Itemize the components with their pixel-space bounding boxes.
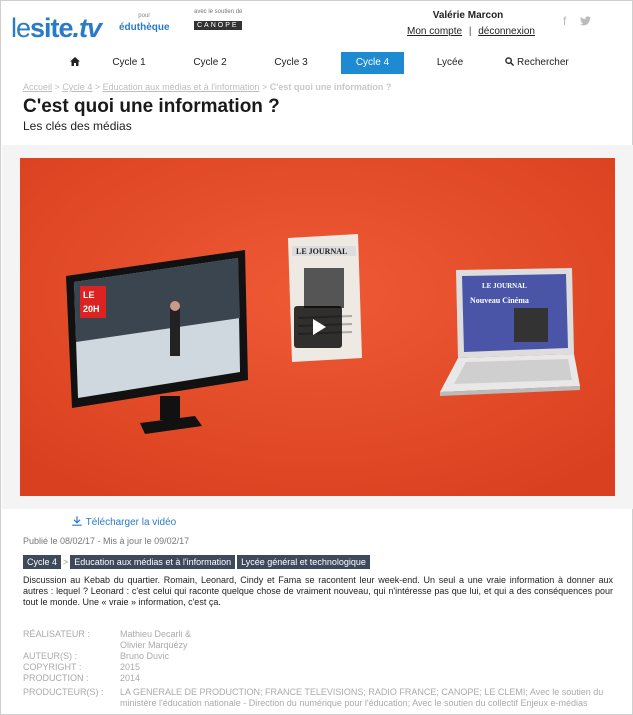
copyright-value: 2015 [120,662,141,672]
realisateur-key: RÉALISATEUR : [23,629,90,639]
video-player[interactable]: LE 20H LE JOURNAL LE JOURNAL Nouveau Cin… [20,158,615,496]
producteurs-key: PRODUCTEUR(S) : [23,687,104,697]
tag-level[interactable]: Lycée général et technologique [237,555,370,569]
copyright-key: COPYRIGHT : [23,662,82,672]
home-icon [70,57,80,66]
lesite-tv-logo[interactable]: lesite.tv [11,13,102,44]
tv-le-label: LE [83,290,95,300]
account-links: Mon compte | déconnexion [376,26,566,37]
download-icon [72,516,82,526]
twitter-icon[interactable] [576,14,591,28]
breadcrumb-cycle[interactable]: Cycle 4 [62,82,92,92]
production-key: PRODUCTION : [23,673,89,683]
logout-link[interactable]: déconnexion [478,26,535,37]
search-icon [505,57,515,67]
download-label: Télécharger la vidéo [85,517,177,528]
edutheque-logo[interactable]: pour éduthèque [119,11,170,33]
nav-cycle-4[interactable]: Cycle 4 [341,52,404,74]
play-button[interactable] [294,306,342,348]
download-video-link[interactable]: Télécharger la vidéo [71,515,176,528]
video-description: Discussion au Kebab du quartier. Romain,… [23,575,613,607]
laptop-title: LE JOURNAL [482,282,527,290]
breadcrumb-home[interactable]: Accueil [23,82,52,92]
site-header: lesite.tv pour éduthèque avec le soutien… [1,1,632,49]
search-label: Rechercher [517,57,569,68]
nav-cycle-1[interactable]: Cycle 1 [101,52,157,74]
realisateur-value-1: Mathieu Decarli & [120,629,192,639]
account-separator: | [468,26,472,37]
publish-dates: Publié le 08/02/17 - Mis à jour le 09/02… [23,536,190,546]
laptop-subtitle: Nouveau Cinéma [470,296,529,305]
breadcrumb-sep: > [94,82,101,92]
user-name: Valérie Marcon [432,10,504,21]
nav-search[interactable]: Rechercher [499,52,575,74]
breadcrumb-sep: > [54,82,60,92]
page-subtitle: Les clés des médias [23,119,132,133]
tags-bar: Cycle 4 > Education aux médias et à l'info… [23,552,372,569]
nav-home[interactable] [63,52,87,74]
nav-lycee[interactable]: Lycée [425,52,475,74]
breadcrumb: Accueil > Cycle 4 > Education aux médias… [23,82,391,92]
breadcrumb-topic[interactable]: Education aux médias et à l'information [103,82,260,92]
canope-logo: CANOPE [194,21,242,30]
auteurs-value: Bruno Duvic [120,651,170,661]
facebook-icon[interactable]: f [563,14,566,28]
main-nav: Cycle 1 Cycle 2 Cycle 3 Cycle 4 Lycée Re… [1,49,632,77]
breadcrumb-current: C'est quoi une information ? [269,82,392,92]
production-value: 2014 [120,673,141,683]
breadcrumb-sep: > [261,82,268,92]
nav-cycle-3[interactable]: Cycle 3 [263,52,319,74]
nav-cycle-2[interactable]: Cycle 2 [182,52,238,74]
my-account-link[interactable]: Mon compte [407,26,462,37]
canope-caption: avec le soutien de [194,9,243,15]
realisateur-value-2: Olivier Marquézy [120,640,188,650]
tag-topic[interactable]: Education aux médias et à l'information [70,555,236,569]
auteurs-key: AUTEUR(S) : [23,651,77,661]
tag-separator: > [63,557,69,567]
newspaper-title: LE JOURNAL [296,247,347,256]
social-links: f [563,14,601,28]
page-title: C'est quoi une information ? [23,96,280,117]
tv-20h-label: 20H [83,304,100,314]
producteurs-value: LA GENERALE DE PRODUCTION; FRANCE TELEVI… [120,687,604,708]
tag-cycle[interactable]: Cycle 4 [23,555,62,569]
